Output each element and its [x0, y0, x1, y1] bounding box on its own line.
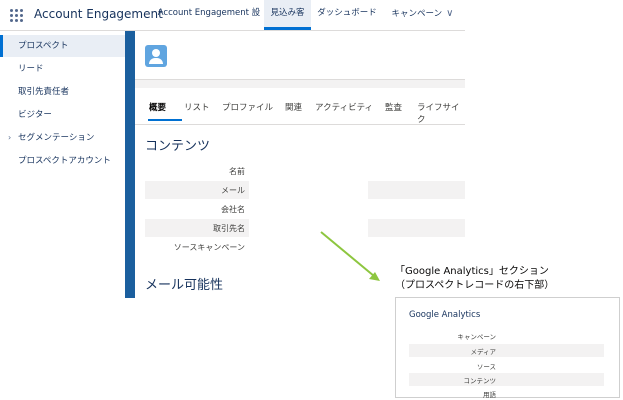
google-analytics-inset: Google Analytics キャンペーン メディア ソース コンテンツ 用…	[395, 297, 620, 400]
annotation-callout: 「Google Analytics」セクション （プロスペクトレコードの右下部）	[395, 265, 554, 293]
inset-row-source: ソース	[409, 359, 604, 372]
inset-row-content: コンテンツ	[409, 373, 604, 386]
inset-row-medium: メディア	[409, 344, 604, 357]
annotation-line-1: 「Google Analytics」セクション	[395, 266, 549, 277]
inset-label-source: ソース	[476, 363, 496, 371]
inset-label-campaign: キャンペーン	[457, 333, 496, 341]
inset-row-term: 用語	[409, 387, 604, 400]
inset-row-campaign: キャンペーン	[409, 329, 604, 342]
annotation-line-2: （プロスペクトレコードの右下部）	[395, 280, 555, 291]
inset-title: Google Analytics	[409, 310, 481, 320]
inset-label-term: 用語	[483, 391, 496, 399]
inset-label-content: コンテンツ	[463, 377, 497, 385]
inset-label-medium: メディア	[470, 348, 496, 356]
